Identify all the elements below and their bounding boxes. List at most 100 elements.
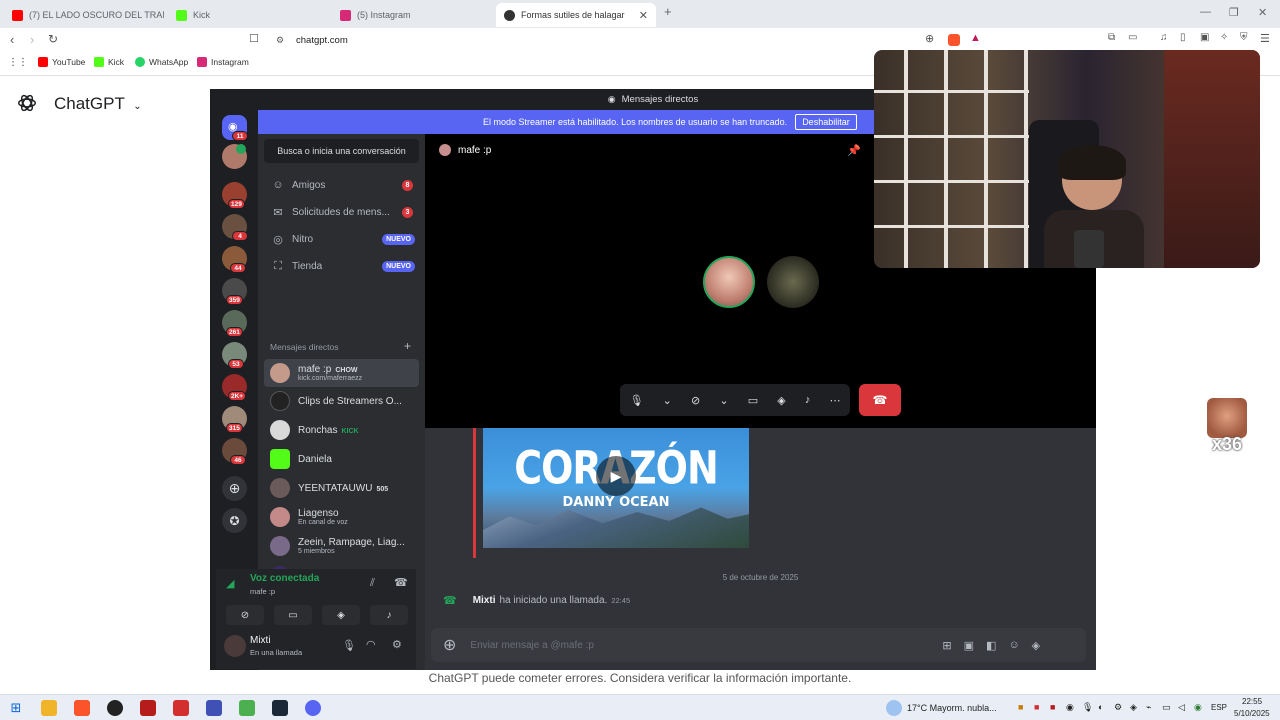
activity-icon[interactable]: ◈ (777, 394, 785, 407)
emoji-icon[interactable]: ☺ (1008, 639, 1019, 651)
server-avatar[interactable]: 315 (222, 406, 247, 433)
tab-youtube[interactable]: (7) EL LADO OSCURO DEL TRANSPO (4, 3, 164, 27)
clock-time[interactable]: 22:55 (1242, 697, 1262, 706)
bookmark-icon[interactable]: ☐ (249, 32, 259, 45)
weather-icon[interactable] (886, 700, 902, 716)
voicemeeter-icon[interactable] (140, 700, 156, 716)
tray-icon[interactable]: ◐ (1098, 702, 1103, 712)
gift-icon[interactable]: ⊞ (942, 639, 951, 652)
voice-channel[interactable]: mafe :p (250, 587, 275, 596)
bookmark-whatsapp[interactable]: WhatsApp (135, 57, 188, 67)
add-server-icon[interactable]: ⊕ (222, 476, 247, 501)
server-avatar[interactable] (222, 144, 247, 169)
tab-instagram[interactable]: (5) Instagram (332, 3, 492, 27)
wallet-icon[interactable]: ▭ (1128, 32, 1137, 43)
sidebar-icon[interactable]: ▯ (1180, 32, 1186, 43)
camera-off-icon[interactable]: ⊘ (691, 394, 700, 407)
openai-logo-icon[interactable] (16, 92, 38, 114)
tray-icon[interactable]: ◉ (1066, 702, 1074, 713)
language-indicator[interactable]: ESP (1211, 703, 1227, 712)
nav-message-requests[interactable]: ✉ Solicitudes de mens... 3 (264, 200, 419, 224)
bookmark-instagram[interactable]: Instagram (197, 57, 249, 67)
play-icon[interactable]: ▶ (596, 456, 636, 496)
rewards-icon[interactable]: ▲ (970, 32, 981, 44)
tab-chatgpt[interactable]: Formas sutiles de halagar ✕ (496, 3, 656, 27)
home-button[interactable]: ◉ 11 (222, 115, 248, 141)
soundboard-button[interactable]: ♪ (370, 605, 408, 625)
more-icon[interactable]: ⋯ (829, 394, 840, 407)
video-embed[interactable]: CORAZÓN DANNY OCEAN ▶ (483, 428, 749, 548)
tray-icon[interactable]: ◈ (1130, 702, 1137, 713)
brave-shield-icon[interactable] (948, 34, 960, 46)
dm-item[interactable]: Ronchas KICK (264, 416, 419, 444)
minimize-icon[interactable]: — (1200, 6, 1211, 18)
url-field[interactable]: ⚙ chatgpt.com (268, 30, 988, 50)
leo-icon[interactable]: ✧ (1220, 32, 1228, 43)
screen-share-icon[interactable]: ▭ (748, 394, 758, 407)
tray-icon[interactable]: ■ (1018, 702, 1023, 712)
dm-item[interactable]: Daniela (264, 445, 419, 473)
close-tab-icon[interactable]: ✕ (639, 9, 648, 22)
server-avatar[interactable]: 129 (222, 182, 247, 209)
nav-nitro[interactable]: ◎ Nitro NUEVO (264, 227, 419, 251)
extensions-icon[interactable]: ⧉ (1108, 32, 1115, 43)
dm-item[interactable]: Zeein, Rampage, Liag... 5 miembros (264, 532, 419, 560)
create-dm-icon[interactable]: + (404, 339, 411, 353)
restore-icon[interactable]: ❐ (1229, 6, 1239, 19)
network-icon[interactable]: ▭ (1162, 702, 1171, 713)
settings-gear-icon[interactable]: ⚙ (392, 638, 402, 651)
apps-icon[interactable]: ◈ (1032, 639, 1040, 652)
dm-item[interactable]: mafe :p CHOW kick.com/maferraezz (264, 359, 419, 387)
server-avatar[interactable]: 2K+ (222, 374, 247, 401)
back-icon[interactable]: ‹ (10, 32, 14, 47)
steam-icon[interactable] (272, 700, 288, 716)
avatar[interactable] (224, 635, 246, 657)
reload-icon[interactable]: ↻ (48, 32, 58, 46)
tray-icon[interactable]: ⌁ (1146, 702, 1151, 713)
dm-item[interactable]: Clips de Streamers O... (264, 387, 419, 415)
music-icon[interactable]: ♫ (1160, 32, 1168, 43)
clock-date[interactable]: 5/10/2025 (1234, 709, 1270, 718)
vpn-icon[interactable]: ▣ (1200, 32, 1209, 43)
zoom-icon[interactable]: ⊕ (925, 32, 934, 45)
headphones-icon[interactable]: ◠ (366, 638, 376, 651)
participant-avatar[interactable] (767, 256, 819, 308)
dm-search-button[interactable]: Busca o inicia una conversación (264, 139, 419, 163)
app-icon[interactable] (173, 700, 189, 716)
tray-icon[interactable]: ■ (1034, 702, 1039, 712)
chevron-down-icon[interactable]: ⌄ (663, 394, 672, 407)
tray-icon[interactable]: ⚙ (1114, 702, 1122, 713)
attach-icon[interactable]: ⊕ (443, 635, 456, 655)
site-info-icon[interactable]: ⚙ (276, 35, 284, 46)
close-window-icon[interactable]: ✕ (1258, 6, 1267, 19)
tray-icon[interactable]: ◉ (1194, 702, 1202, 713)
gif-icon[interactable]: ▣ (964, 639, 974, 652)
sticker-icon[interactable]: ◧ (986, 639, 996, 652)
discord-icon[interactable] (305, 700, 321, 716)
apps-icon[interactable]: ⋮⋮ (8, 57, 28, 68)
obs-icon[interactable] (107, 700, 123, 716)
app-icon[interactable] (206, 700, 222, 716)
minecraft-icon[interactable] (239, 700, 255, 716)
tray-icon[interactable]: ■ (1050, 702, 1055, 712)
explore-icon[interactable]: ✪ (222, 508, 247, 533)
server-avatar[interactable]: 4 (222, 214, 248, 241)
server-avatar[interactable]: 46 (222, 438, 247, 465)
pin-icon[interactable]: 📌 (847, 144, 861, 157)
forward-icon[interactable]: › (30, 32, 34, 47)
participant-avatar[interactable] (703, 256, 755, 308)
nav-friends[interactable]: ☺ Amigos 8 (264, 173, 419, 197)
activity-button[interactable]: ◈ (322, 605, 360, 625)
model-selector[interactable]: ChatGPT ⌄ (54, 94, 142, 114)
disconnect-icon[interactable]: ☎ (394, 576, 408, 589)
windows-start-icon[interactable]: ⊞ (8, 700, 24, 716)
disable-streamer-button[interactable]: Deshabilitar (795, 114, 857, 130)
noise-suppression-icon[interactable]: ⫽ (370, 577, 375, 590)
shield-icon[interactable]: ⛨ (1240, 32, 1248, 43)
microphone-icon[interactable]: 🎙 (630, 394, 644, 407)
bookmark-youtube[interactable]: YouTube (38, 57, 85, 67)
bookmark-kick[interactable]: Kick (94, 57, 124, 67)
camera-off-button[interactable]: ⊘ (226, 605, 264, 625)
server-avatar[interactable]: 359 (222, 278, 247, 305)
dm-item[interactable]: Liagenso En canal de voz (264, 503, 419, 531)
